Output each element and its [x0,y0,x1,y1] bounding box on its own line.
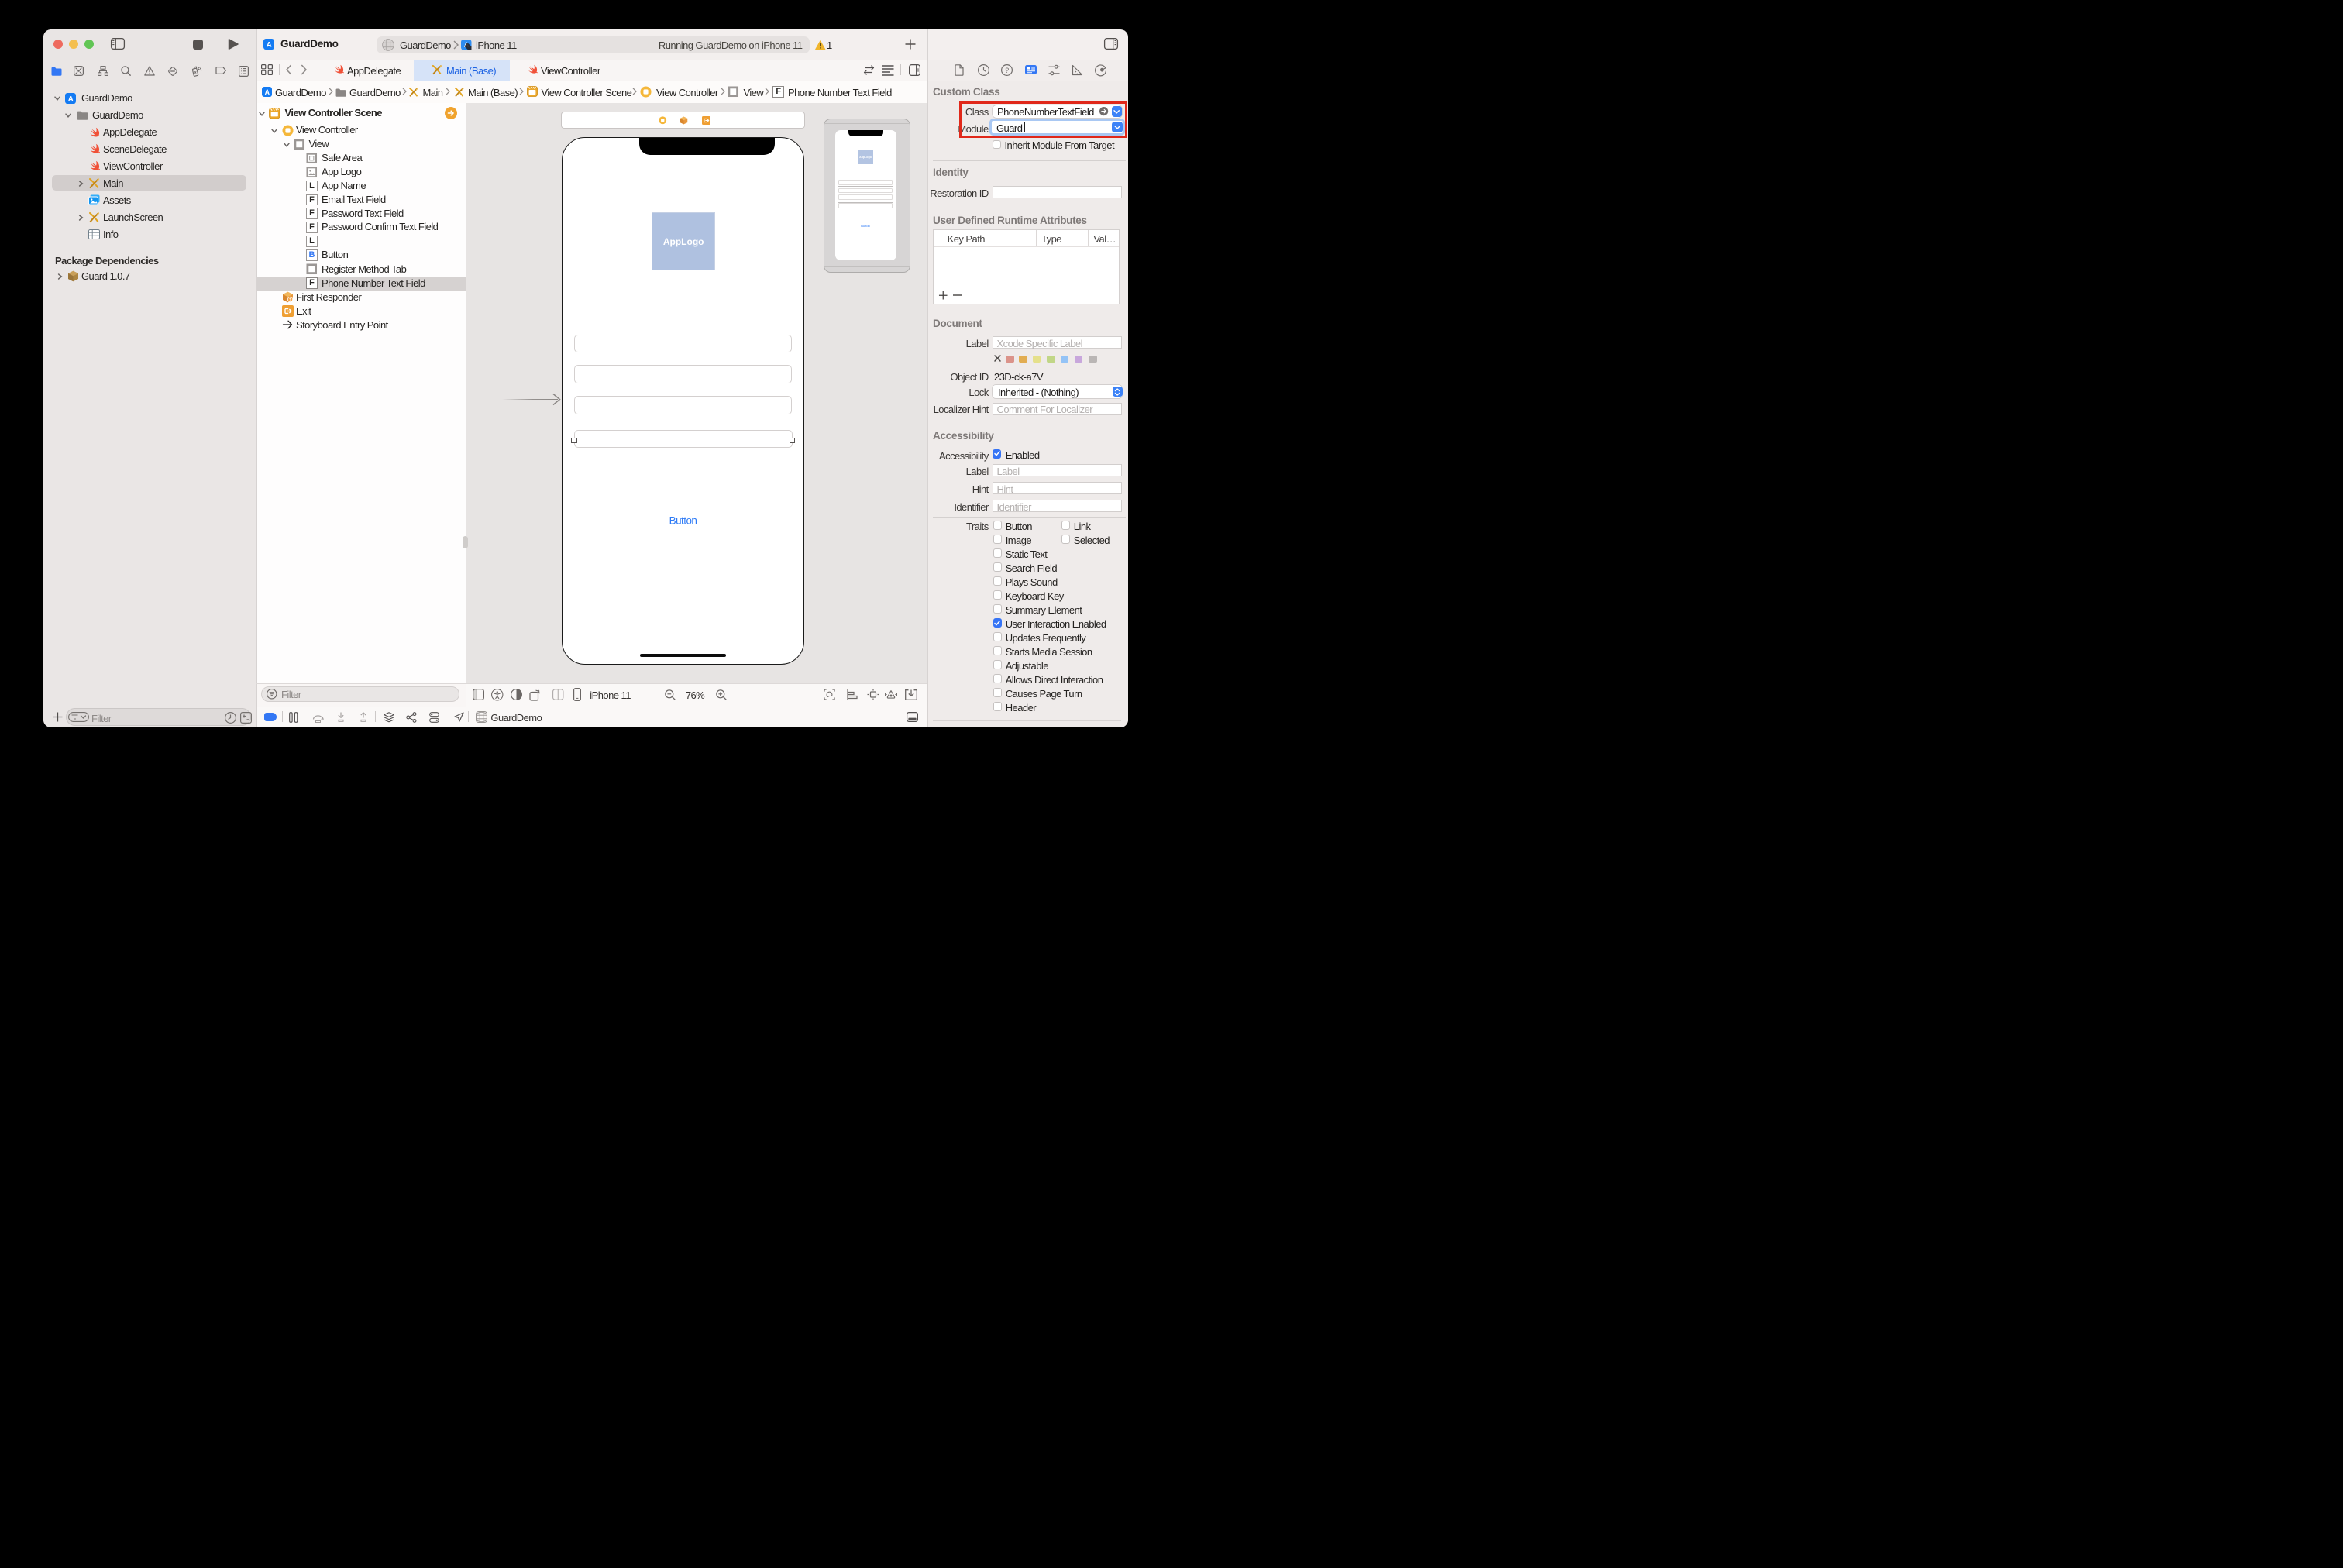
svg-text:?: ? [1005,67,1009,74]
svg-text:A: A [267,41,272,50]
svg-text:A: A [68,95,74,103]
